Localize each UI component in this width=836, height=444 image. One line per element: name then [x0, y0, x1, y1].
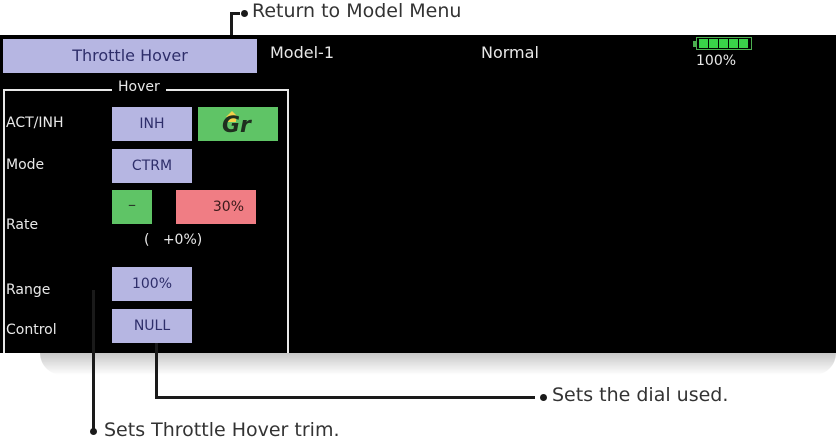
trim-annotation: Sets Throttle Hover trim.	[104, 419, 340, 441]
device-screen: Throttle Hover Model-1 Normal 100% Hover…	[0, 35, 836, 353]
rate-offset: ( +0%)	[144, 232, 203, 248]
trim-leader-dot	[90, 428, 97, 435]
group-button-label: Gr	[222, 113, 251, 138]
control-button[interactable]: NULL	[112, 309, 192, 343]
battery-percent: 100%	[696, 53, 737, 69]
range-button[interactable]: 100%	[112, 267, 192, 301]
rate-minus-button[interactable]: –	[112, 190, 152, 224]
mode-button[interactable]: CTRM	[112, 149, 192, 183]
range-label: Range	[6, 282, 51, 298]
act-inh-label: ACT/INH	[6, 115, 64, 131]
battery-icon	[693, 37, 752, 50]
dial-leader-horizontal	[155, 396, 535, 399]
dial-annotation: Sets the dial used.	[552, 384, 729, 406]
dial-leader-vertical	[155, 343, 158, 399]
hover-panel-title: Hover	[112, 79, 166, 95]
return-menu-dot	[241, 10, 248, 17]
mode-label: Mode	[6, 157, 45, 173]
return-menu-leader-horizontal	[230, 12, 240, 15]
title-return-button[interactable]: Throttle Hover	[3, 39, 257, 73]
group-button[interactable]: Gr	[198, 107, 278, 141]
return-menu-leader-vertical	[230, 12, 233, 36]
screen-shadow	[40, 353, 836, 375]
rate-label: Rate	[6, 217, 39, 233]
return-menu-annotation: Return to Model Menu	[252, 0, 462, 22]
trim-leader-vertical	[92, 290, 95, 430]
dial-leader-dot	[540, 394, 547, 401]
control-label: Control	[6, 322, 57, 338]
act-inh-button[interactable]: INH	[112, 107, 192, 141]
rate-value-button[interactable]: 30%	[176, 190, 256, 224]
condition-name: Normal	[481, 43, 539, 62]
model-name: Model-1	[270, 43, 334, 62]
